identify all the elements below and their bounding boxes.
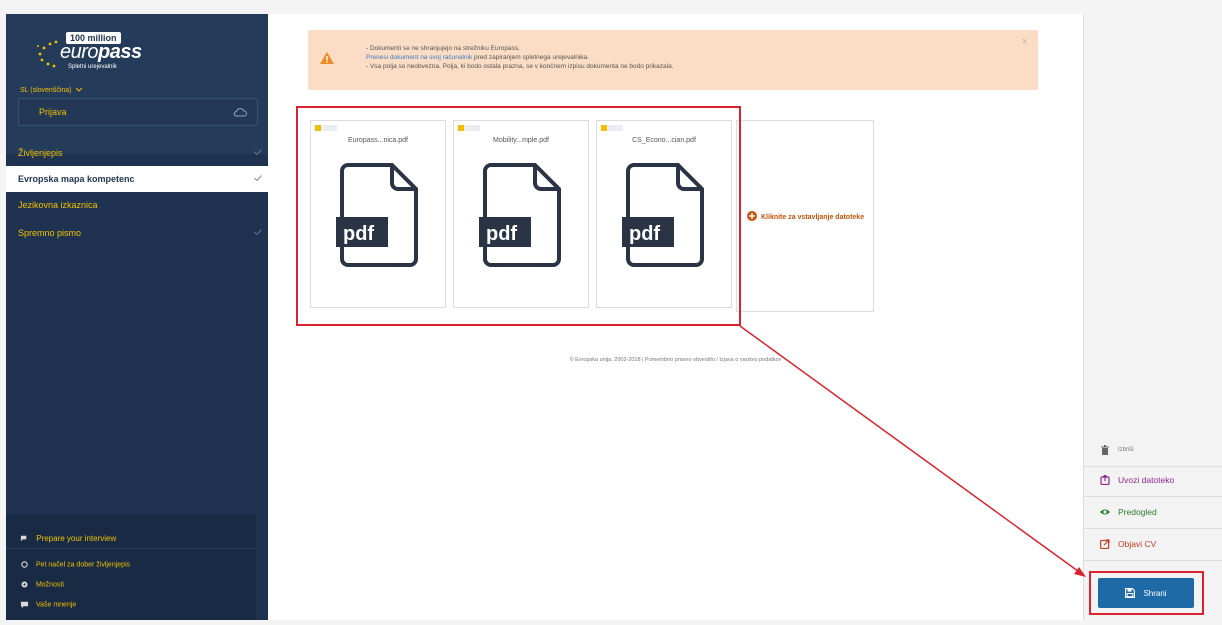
gear-icon [21, 581, 28, 588]
logo-wordmark: europass [60, 41, 142, 63]
cloud-icon [233, 108, 247, 117]
delete-button[interactable]: Izbriši [1100, 445, 1134, 455]
sidebar: 100 million europass Spletni urejevalnik… [6, 14, 268, 620]
cv-tips-link[interactable]: Pet načel za dober življenjepis [20, 560, 130, 569]
divider [1084, 466, 1222, 467]
trash-icon [1101, 445, 1109, 455]
nav-item-cv[interactable]: Življenjepis [6, 140, 268, 166]
logo-subtitle: Spletni urejevalnik [68, 64, 117, 70]
divider [1084, 528, 1222, 529]
preview-button[interactable]: Predogled [1100, 507, 1157, 517]
footer-divider [6, 548, 256, 549]
main-content: - Dokumenti se ne shranjujejo na strežni… [268, 14, 1083, 620]
add-file-label: Kliknite za vstavljanje datoteke [761, 214, 865, 221]
divider [1084, 560, 1222, 561]
warning-icon [320, 52, 334, 64]
chevron-down-icon [76, 87, 83, 92]
eye-icon [1100, 509, 1110, 515]
logo-area: 100 million europass Spletni urejevalnik… [6, 14, 268, 154]
download-document-link[interactable]: Prenesi dokument na svoj računalnik [366, 54, 472, 61]
chat-bubbles-icon [20, 536, 27, 542]
check-icon [254, 149, 262, 155]
files-highlight [296, 106, 741, 326]
nav-item-skills-passport[interactable]: Evropska mapa kompetenc [6, 166, 268, 192]
close-icon[interactable]: × [1022, 36, 1028, 48]
actions-panel: Izbriši Uvozi datoteko Predogled Objavi … [1083, 14, 1222, 620]
options-link[interactable]: Možnosti [20, 580, 64, 589]
info-alert: - Dokumenti se ne shranjujejo na strežni… [308, 30, 1038, 90]
add-file-button[interactable]: Kliknite za vstavljanje datoteke [736, 120, 874, 312]
plus-circle-icon [747, 211, 757, 221]
legal-footer: © Evropska unija, 2002-2018 | Pomembno p… [569, 357, 782, 363]
prepare-interview-link[interactable]: Prepare your interview [20, 534, 116, 543]
publish-cv-button[interactable]: Objavi CV [1100, 539, 1156, 549]
comment-icon [20, 601, 29, 609]
divider [1084, 496, 1222, 497]
share-icon [1100, 539, 1110, 549]
save-highlight [1089, 571, 1204, 615]
login-button[interactable]: Prijava [18, 98, 258, 126]
nav-item-cover-letter[interactable]: Spremno pismo [6, 220, 268, 246]
login-label: Prijava [39, 107, 67, 117]
check-icon [254, 175, 262, 181]
nav-item-language-passport[interactable]: Jezikovna izkaznica [6, 192, 268, 218]
import-file-button[interactable]: Uvozi datoteko [1100, 475, 1174, 485]
lightbulb-gear-icon [21, 561, 28, 568]
sidebar-footer: Prepare your interview Pet načel za dobe… [6, 514, 256, 620]
alert-text: - Dokumenti se ne shranjujejo na strežni… [366, 45, 674, 70]
language-select[interactable]: SL (slovenščina) [20, 87, 83, 94]
upload-icon [1100, 475, 1110, 485]
check-icon [254, 229, 262, 235]
feedback-link[interactable]: Vaše mnenje [20, 600, 76, 609]
